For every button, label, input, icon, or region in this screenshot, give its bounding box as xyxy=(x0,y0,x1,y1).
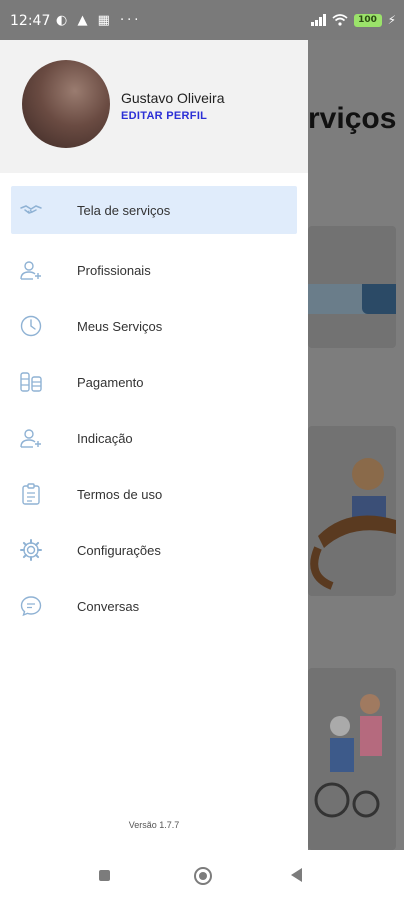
coins-icon xyxy=(19,370,43,394)
gear-icon xyxy=(19,538,43,562)
menu-item-tela-de-servicos[interactable]: Tela de serviços xyxy=(11,186,297,234)
status-time: 12:47 xyxy=(10,13,51,29)
avatar[interactable] xyxy=(22,60,110,148)
menu-item-configuracoes[interactable]: Configurações xyxy=(0,522,308,578)
menu-item-conversas[interactable]: Conversas xyxy=(0,578,308,634)
home-button[interactable] xyxy=(194,867,212,885)
menu-item-label: Meus Serviços xyxy=(77,318,163,334)
handshake-icon xyxy=(19,198,43,222)
drawer-menu: Tela de serviços Profissionais Meus Serv… xyxy=(0,186,308,634)
menu-item-indicacao[interactable]: Indicação xyxy=(0,410,308,466)
back-button[interactable] xyxy=(291,868,302,882)
menu-item-pagamento[interactable]: Pagamento xyxy=(0,354,308,410)
background-title: rviços xyxy=(308,102,397,135)
menu-item-label: Tela de serviços xyxy=(77,202,171,218)
menu-item-label: Pagamento xyxy=(77,374,144,390)
background-card-illustration xyxy=(308,668,396,850)
menu-item-profissionais[interactable]: Profissionais xyxy=(0,242,308,298)
edit-profile-link[interactable]: EDITAR PERFIL xyxy=(121,110,207,122)
system-navigation-bar xyxy=(0,850,404,900)
clipboard-icon xyxy=(19,482,43,506)
background-screen[interactable]: rviços xyxy=(308,40,404,850)
signal-icon xyxy=(310,14,326,26)
clock-icon xyxy=(19,314,43,338)
background-card xyxy=(308,226,396,348)
menu-item-label: Configurações xyxy=(77,542,161,558)
wifi-icon xyxy=(332,14,348,26)
chat-bubble-icon xyxy=(19,594,43,618)
status-bar: 12:47 ◐ ▲ ▦ ··· 100 ⚡ xyxy=(0,0,404,40)
charging-icon: ⚡ xyxy=(387,13,396,27)
drawer-header: Gustavo Oliveira EDITAR PERFIL xyxy=(0,40,308,173)
menu-item-label: Conversas xyxy=(77,598,140,614)
menu-item-label: Indicação xyxy=(77,430,133,446)
background-card-illustration xyxy=(308,426,396,596)
add-user-icon xyxy=(19,426,43,450)
navigation-drawer: Gustavo Oliveira EDITAR PERFIL Tela de s… xyxy=(0,40,308,850)
add-user-icon xyxy=(19,258,43,282)
recent-apps-button[interactable] xyxy=(99,870,110,881)
battery-icon: 100 xyxy=(353,13,382,27)
menu-item-meus-servicos[interactable]: Meus Serviços xyxy=(0,298,308,354)
menu-item-label: Termos de uso xyxy=(77,486,163,502)
app-version: Versão 1.7.7 xyxy=(128,820,180,830)
menu-item-termos-de-uso[interactable]: Termos de uso xyxy=(0,466,308,522)
status-right: 100 ⚡ xyxy=(310,13,396,27)
notification-icons: ◐ ▲ ▦ ··· xyxy=(56,13,142,28)
menu-item-label: Profissionais xyxy=(77,262,151,278)
user-name: Gustavo Oliveira xyxy=(121,90,225,106)
